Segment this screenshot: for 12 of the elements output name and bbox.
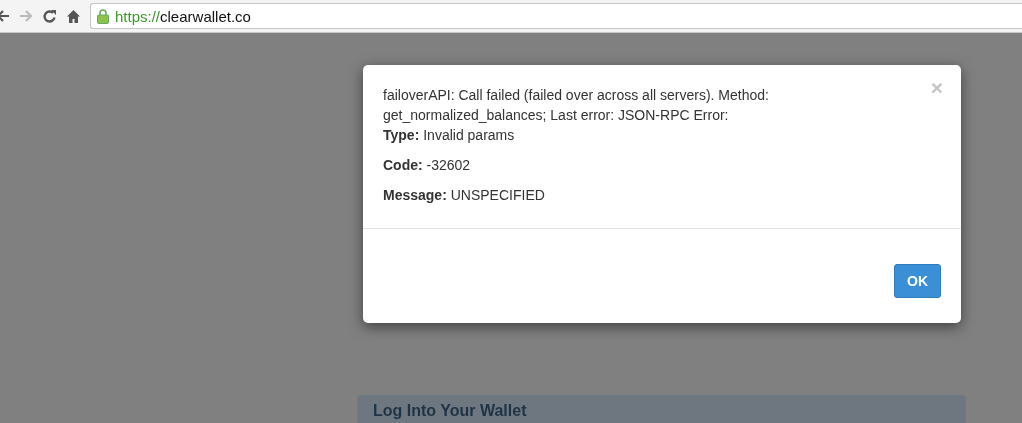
address-bar[interactable]: https://clearwallet.co xyxy=(90,3,1022,29)
url-text: https://clearwallet.co xyxy=(115,7,251,25)
back-icon[interactable] xyxy=(0,9,10,23)
close-button[interactable]: × xyxy=(930,77,943,98)
ok-button[interactable]: OK xyxy=(894,264,941,298)
error-text: Type: Invalid params xyxy=(383,126,516,145)
error-text: Message: UNSPECIFIED xyxy=(383,186,546,205)
home-icon[interactable] xyxy=(66,8,81,24)
reload-icon[interactable] xyxy=(42,8,57,24)
error-text: failoverAPI: Call failed (failed over across all servers). Method: get_normalized_balances; Last error: JSON-RPC Error: xyxy=(383,86,770,125)
error-text: Code: -32602 xyxy=(383,156,472,175)
panel-title: Log Into Your Wallet xyxy=(373,402,527,420)
